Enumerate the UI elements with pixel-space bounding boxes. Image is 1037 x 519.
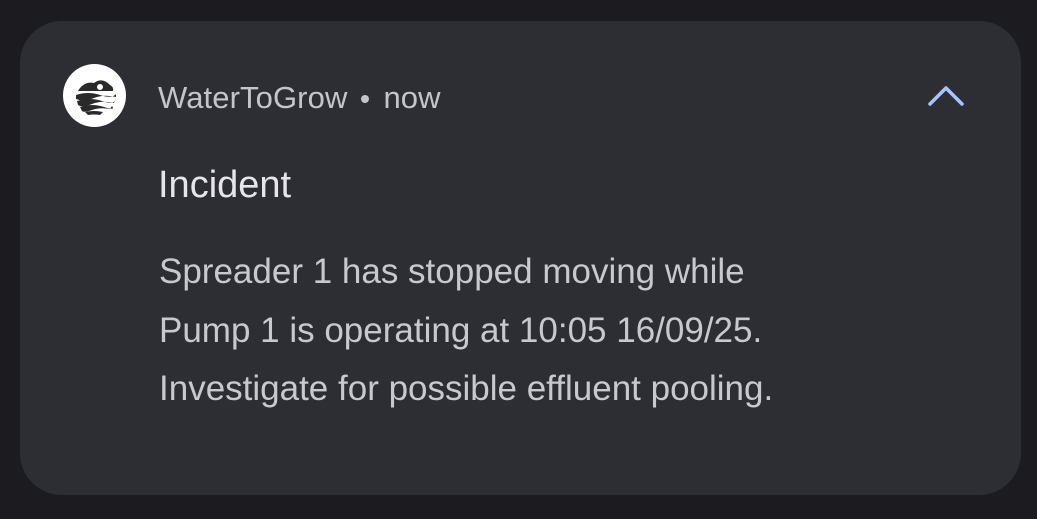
body-line: Spreader 1 has stopped moving while: [159, 252, 745, 291]
notification-time: now: [383, 80, 441, 115]
body-line: Investigate for possible effluent poolin…: [159, 369, 774, 408]
watertogrow-logo-icon: [63, 64, 126, 127]
body-line: Pump 1 is operating at 10:05 16/09/25.: [159, 310, 763, 350]
separator-dot-icon: [361, 95, 370, 103]
chevron-up-icon: [928, 86, 964, 106]
notification-body: Spreader 1 has stopped moving while Pump…: [159, 243, 999, 419]
app-name: WaterToGrow: [158, 80, 348, 115]
notification-header: WaterToGrow now: [158, 78, 441, 118]
notification-card[interactable]: WaterToGrow now Incident Spreader 1 has …: [20, 21, 1021, 495]
notification-title: Incident: [158, 164, 292, 206]
collapse-button[interactable]: [920, 73, 972, 117]
